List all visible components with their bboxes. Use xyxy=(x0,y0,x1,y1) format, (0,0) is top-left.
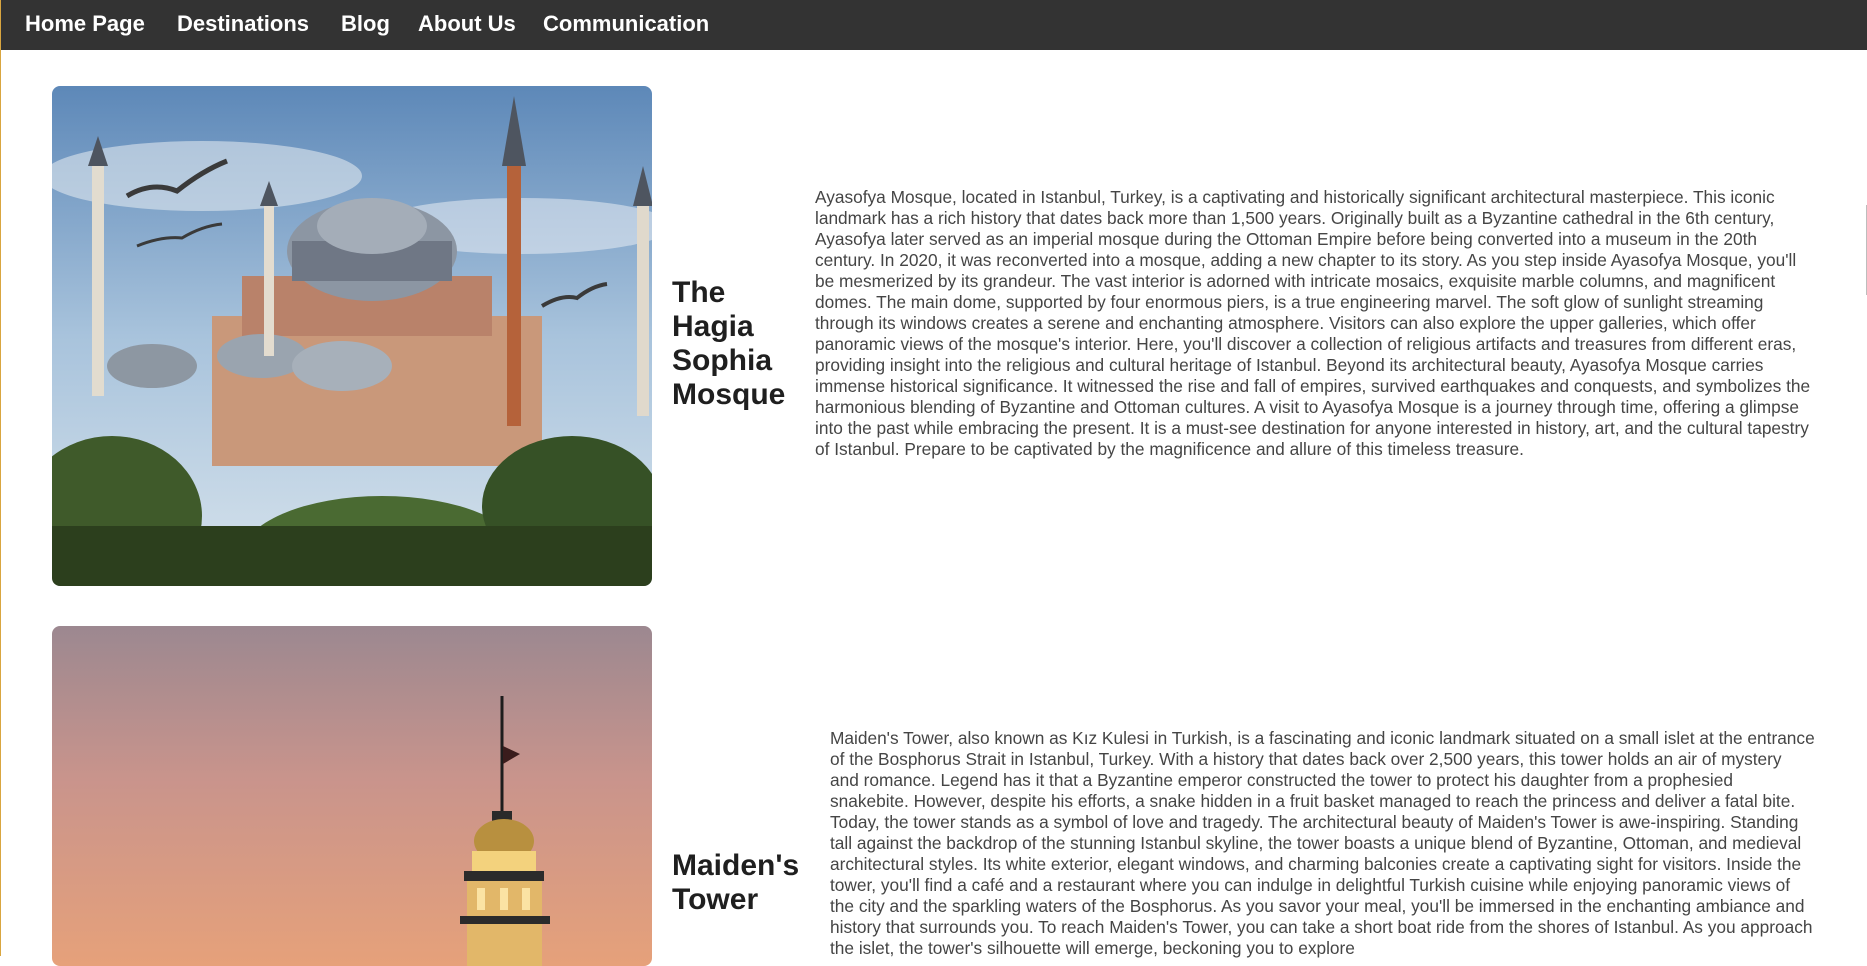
card-title: Maiden's Tower xyxy=(672,849,800,916)
top-navbar: Home Page Destinations Blog About Us Com… xyxy=(1,0,1867,50)
nav-home-page[interactable]: Home Page xyxy=(25,0,145,50)
nav-about-us[interactable]: About Us xyxy=(418,0,516,50)
card-description: Maiden's Tower, also known as Kız Kulesi… xyxy=(830,728,1815,958)
nav-destinations[interactable]: Destinations xyxy=(177,0,309,50)
maidens-tower-illustration xyxy=(52,626,652,966)
maidens-tower-photo xyxy=(52,626,652,966)
nav-blog[interactable]: Blog xyxy=(341,0,390,50)
hagia-sophia-photo xyxy=(52,86,652,586)
hagia-sophia-illustration xyxy=(52,86,652,586)
card-description: Ayasofya Mosque, located in Istanbul, Tu… xyxy=(815,187,1811,459)
card-title: The Hagia Sophia Mosque xyxy=(672,276,786,411)
nav-communication[interactable]: Communication xyxy=(543,0,709,50)
